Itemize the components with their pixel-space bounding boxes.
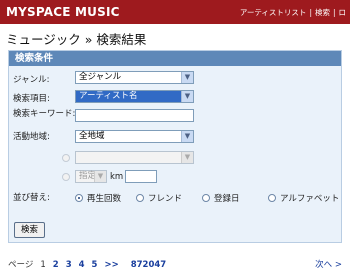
sub-location-radio[interactable] (62, 154, 70, 162)
search-item-select-value: アーティスト名 (79, 91, 138, 101)
distance-select[interactable]: 指定 ▼ (75, 170, 107, 183)
pager-current-page: 1 (40, 260, 46, 270)
search-link[interactable]: 検索 (315, 8, 330, 17)
distance-radio[interactable] (62, 173, 70, 181)
pager-page-2[interactable]: 2 (53, 260, 59, 270)
sort-radio-friends[interactable] (136, 194, 144, 202)
pager-page-4[interactable]: 4 (79, 260, 85, 270)
location-select-value: 全地域 (79, 131, 105, 141)
chevron-down-icon: ▼ (181, 91, 193, 102)
top-bar: MYSPACE MUSIC アーティストリスト | 検索 | ロ (0, 0, 350, 24)
sort-option-friends: フレンド (148, 194, 183, 204)
search-item-label: 検索項目: (13, 94, 50, 104)
artist-list-link[interactable]: アーティストリスト (240, 8, 307, 17)
login-link[interactable]: ロ (339, 8, 347, 17)
divider: | (332, 8, 336, 17)
genre-select[interactable]: 全ジャンル ▼ (75, 71, 194, 84)
chevron-down-icon: ▼ (181, 152, 193, 163)
search-conditions-panel: 検索条件 ジャンル: 全ジャンル ▼ 検索項目: アーティスト名 ▼ 検索キーワ… (8, 50, 342, 243)
location-select[interactable]: 全地域 ▼ (75, 130, 194, 143)
genre-label: ジャンル: (13, 75, 50, 85)
chevron-down-icon: ▼ (181, 72, 193, 83)
pager-last-page[interactable]: 872047 (131, 260, 167, 270)
location-label: 活動地域: (13, 132, 50, 142)
page-title: ミュージック » 検索結果 (6, 32, 147, 47)
myspace-music-logo[interactable]: MYSPACE MUSIC (6, 5, 120, 19)
pagination: ページ 1 2 3 4 5 >> 872047 (8, 258, 166, 270)
genre-select-value: 全ジャンル (79, 72, 122, 82)
search-item-select[interactable]: アーティスト名 ▼ (75, 90, 194, 103)
distance-unit: km (110, 172, 124, 182)
pager-page-3[interactable]: 3 (66, 260, 72, 270)
sort-option-plays: 再生回数 (87, 194, 122, 204)
keyword-label: 検索キーワード: (13, 109, 76, 119)
distance-input[interactable] (125, 170, 157, 183)
chevron-down-icon: ▼ (181, 131, 193, 142)
next-page-link[interactable]: 次へ > (315, 258, 342, 270)
sort-option-alphabet: アルファベット (280, 194, 340, 204)
pager-page-5[interactable]: 5 (92, 260, 98, 270)
chevron-down-icon: ▼ (94, 171, 106, 182)
sub-location-select[interactable]: ▼ (75, 151, 194, 164)
divider: | (309, 8, 312, 17)
sort-radio-plays[interactable] (75, 194, 83, 202)
keyword-input[interactable] (75, 109, 194, 122)
top-links: アーティストリスト | 検索 | ロ (240, 7, 346, 18)
pager-more[interactable]: >> (104, 260, 118, 270)
sort-option-registered: 登録日 (214, 194, 240, 204)
panel-title: 検索条件 (9, 51, 341, 66)
pager-label: ページ (8, 260, 34, 270)
sort-radio-alphabet[interactable] (268, 194, 276, 202)
sort-label: 並び替え: (13, 193, 50, 203)
sort-radio-registered[interactable] (202, 194, 210, 202)
search-button[interactable]: 検索 (14, 222, 45, 238)
